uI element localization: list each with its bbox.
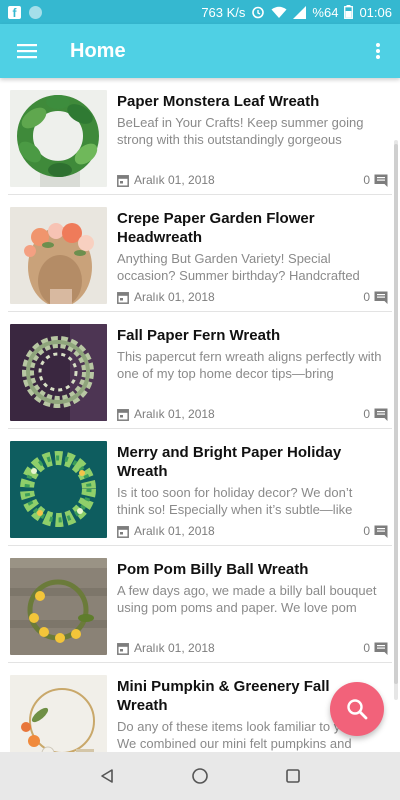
home-circle-icon [192,768,208,784]
status-bar: f 763 K/s %64 01:06 [0,0,400,24]
list-item[interactable]: Crepe Paper Garden Flower Headwreath Any… [0,195,400,312]
post-date: Aralık 01, 2018 [134,641,215,655]
network-speed: 763 K/s [201,4,246,20]
comment-count: 0 [363,173,370,187]
post-thumbnail [10,558,107,655]
post-meta: Aralık 01, 2018 0 [117,640,388,656]
calendar-icon [117,174,129,187]
comment-icon [374,291,388,304]
list-item[interactable]: Fall Paper Fern Wreath This papercut fer… [0,312,400,429]
back-triangle-icon [100,769,113,783]
nav-back-button[interactable] [87,756,127,796]
post-date: Aralık 01, 2018 [134,290,215,304]
comment-count: 0 [363,641,370,655]
list-item[interactable]: Paper Monstera Leaf Wreath BeLeaf in You… [0,78,400,195]
post-title[interactable]: Crepe Paper Garden Flower Headwreath [117,209,383,247]
post-title[interactable]: Merry and Bright Paper Holiday Wreath [117,443,383,481]
nav-home-button[interactable] [180,756,220,796]
post-excerpt: This papercut fern wreath aligns perfect… [117,349,382,381]
calendar-icon [117,525,129,538]
hamburger-menu-icon [17,44,37,59]
post-excerpt: BeLeaf in Your Crafts! Keep summer going… [117,115,364,147]
comment-icon [374,642,388,655]
post-date: Aralık 01, 2018 [134,407,215,421]
recents-square-icon [286,769,301,783]
app-bar: Home [0,24,400,78]
post-list[interactable]: Paper Monstera Leaf Wreath BeLeaf in You… [0,78,400,752]
post-title[interactable]: Paper Monstera Leaf Wreath [117,92,383,111]
post-excerpt: Anything But Garden Variety! Special occ… [117,251,360,283]
post-excerpt: A few days ago, we made a billy ball bou… [117,583,377,615]
post-meta: Aralık 01, 2018 0 [117,289,388,305]
post-title[interactable]: Pom Pom Billy Ball Wreath [117,560,383,579]
signal-icon [293,5,307,19]
comment-count: 0 [363,290,370,304]
battery-icon [344,5,354,19]
system-nav-bar [0,752,400,800]
nav-recents-button[interactable] [273,756,313,796]
facebook-notification-icon: f [8,5,21,20]
comment-count: 0 [363,524,370,538]
comment-icon [374,525,388,538]
post-excerpt: Is it too soon for holiday decor? We don… [117,485,353,517]
post-meta: Aralık 01, 2018 0 [117,523,388,539]
post-thumbnail [10,207,107,304]
comment-icon [374,408,388,421]
battery-percent: %64 [312,4,339,20]
list-item[interactable]: Merry and Bright Paper Holiday Wreath Is… [0,429,400,546]
post-meta: Aralık 01, 2018 0 [117,406,388,422]
post-date: Aralık 01, 2018 [134,173,215,187]
alarm-icon [251,5,265,19]
app-notification-icon [29,5,42,19]
wifi-icon [271,6,287,19]
calendar-icon [117,642,129,655]
post-thumbnail [10,441,107,538]
calendar-icon [117,291,129,304]
post-thumbnail [10,675,107,752]
post-date: Aralık 01, 2018 [134,524,215,538]
search-icon [347,699,368,720]
menu-button[interactable] [0,24,54,78]
calendar-icon [117,408,129,421]
page-title: Home [70,39,126,62]
more-options-button[interactable] [356,24,400,78]
comment-icon [374,174,388,187]
post-thumbnail [10,90,107,187]
post-thumbnail [10,324,107,421]
comment-count: 0 [363,407,370,421]
post-title[interactable]: Fall Paper Fern Wreath [117,326,383,345]
search-fab-button[interactable] [330,682,384,736]
list-item[interactable]: Pom Pom Billy Ball Wreath A few days ago… [0,546,400,663]
post-meta: Aralık 01, 2018 0 [117,172,388,188]
more-vert-icon [376,43,380,59]
scrollbar-thumb[interactable] [394,144,398,684]
clock: 01:06 [359,4,392,20]
